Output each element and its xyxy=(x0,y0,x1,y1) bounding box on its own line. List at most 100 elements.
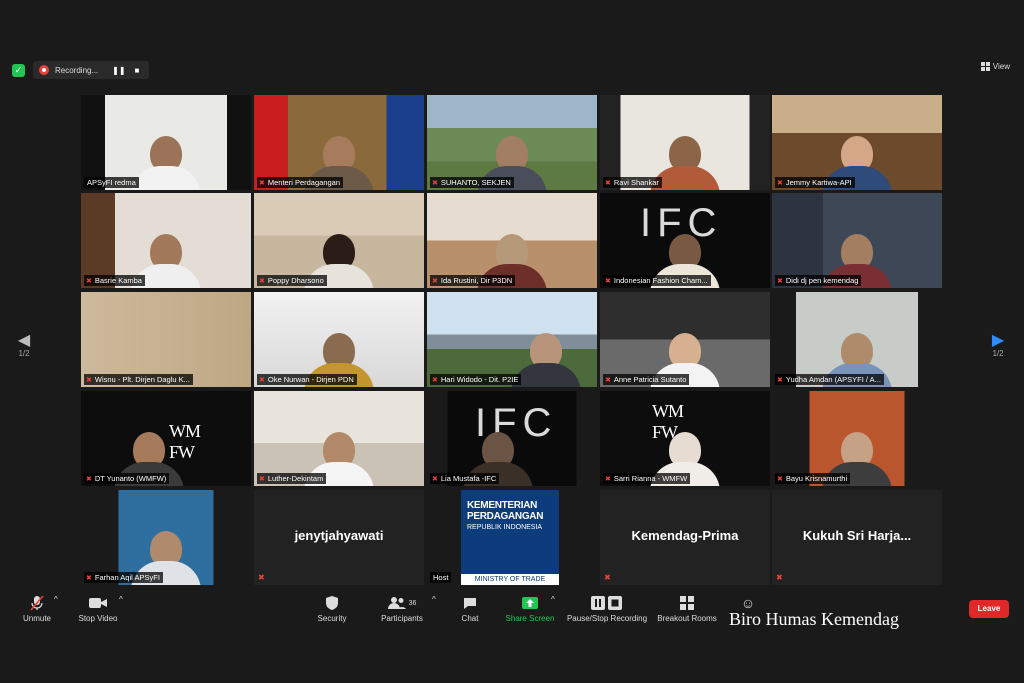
video-tile[interactable]: ✖ Bayu Krisnamurthi xyxy=(772,391,942,486)
participant-name-muted: ✖ Jemmy Kartiwa-API xyxy=(775,177,855,188)
muted-mic-icon: ✖ xyxy=(777,278,783,285)
kemendag-logo: KEMENTERIAN PERDAGANGAN REPUBLIK INDONESI… xyxy=(461,490,559,585)
video-tile[interactable]: ✖ Farhan Aqil APSyFI xyxy=(81,490,251,585)
next-page-button[interactable]: ▶ 1/2 xyxy=(990,332,1006,359)
breakout-rooms-icon xyxy=(656,595,718,611)
name-only-tile[interactable]: Kemendag-Prima ✖ xyxy=(600,490,770,585)
participant-name-muted: ✖ Wisnu - Plt. Dirjen Daglu K... xyxy=(84,374,193,385)
video-tile[interactable]: ✖ SUHANTO, SEKJEN xyxy=(427,95,597,190)
stop-video-button[interactable]: Stop Video xyxy=(74,595,122,623)
muted-mic-icon: ✖ xyxy=(259,377,265,384)
muted-mic-icon: ✖ xyxy=(776,573,783,582)
participants-label: Participants xyxy=(381,614,423,623)
participant-name-muted: ✖ DT Yunanto (WMFW) xyxy=(84,473,170,484)
page-indicator-right: 1/2 xyxy=(992,349,1004,358)
muted-mic-icon: ✖ xyxy=(259,476,265,483)
muted-mic-icon: ✖ xyxy=(86,476,92,483)
muted-mic-icon: ✖ xyxy=(432,180,438,187)
name-only-tile[interactable]: jenytjahyawati ✖ xyxy=(254,490,424,585)
video-tile[interactable]: ✖ Menteri Perdagangan xyxy=(254,95,424,190)
chat-button[interactable]: Chat xyxy=(456,595,484,623)
grid-view-icon xyxy=(980,62,990,71)
video-tile[interactable]: WM FW ✖ DT Yunanto (WMFW) xyxy=(81,391,251,486)
name-only-tile[interactable]: Kukuh Sri Harja... ✖ xyxy=(772,490,942,585)
participant-name-muted: ✖ Ida Rustini, Dir P3DN xyxy=(430,275,516,286)
participant-name-muted: ✖ Menteri Perdagangan xyxy=(257,177,344,188)
participant-name-muted: ✖ Didi dj pen kemendag xyxy=(775,275,862,286)
participant-name-muted: ✖ Anne Patricia Sutanto xyxy=(603,374,690,385)
participant-name-muted: ✖ Poppy Dharsono xyxy=(257,275,327,286)
leave-button[interactable]: Leave xyxy=(969,600,1009,618)
muted-mic-icon: ✖ xyxy=(605,476,611,483)
muted-mic-icon xyxy=(18,595,56,611)
participants-button[interactable]: 36 Participants xyxy=(376,595,428,623)
muted-mic-icon: ✖ xyxy=(259,180,265,187)
stop-recording-button[interactable]: ■ xyxy=(135,66,140,75)
video-tile[interactable]: ✖ Yudha Amdan (APSYFI / A... xyxy=(772,292,942,387)
breakout-rooms-button[interactable]: Breakout Rooms xyxy=(656,595,718,623)
view-label: View xyxy=(992,62,1010,71)
video-options-caret[interactable]: ^ xyxy=(119,595,123,604)
video-tile[interactable]: ✖ Anne Patricia Sutanto xyxy=(600,292,770,387)
video-tile[interactable]: ✖ Ida Rustini, Dir P3DN xyxy=(427,193,597,288)
participant-display-name: Kukuh Sri Harja... xyxy=(802,528,912,543)
chat-label: Chat xyxy=(461,614,479,623)
muted-mic-icon: ✖ xyxy=(605,278,611,285)
view-button[interactable]: View xyxy=(980,62,1010,71)
watermark-text: Biro Humas Kemendag xyxy=(729,609,899,629)
share-options-caret[interactable]: ^ xyxy=(551,595,555,604)
pause-stop-recording-label: Pause/Stop Recording xyxy=(566,614,648,623)
pause-recording-button[interactable]: ❚❚ xyxy=(112,66,125,75)
video-tile[interactable]: ✖ Poppy Dharsono xyxy=(254,193,424,288)
muted-mic-icon: ✖ xyxy=(86,575,92,582)
muted-mic-icon: ✖ xyxy=(605,377,611,384)
participant-display-name: Kemendag-Prima xyxy=(631,528,739,543)
participant-name-muted: ✖ Ravi Shankar xyxy=(603,177,662,188)
meeting-toolbar: Unmute ^ Stop Video ^ Security 36 Partic… xyxy=(0,590,1024,683)
shield-icon xyxy=(312,595,352,611)
participant-name-muted: ✖ Sarri Rianna - WMFW xyxy=(603,473,691,484)
muted-mic-icon: ✖ xyxy=(777,377,783,384)
muted-mic-icon: ✖ xyxy=(432,377,438,384)
video-tile[interactable]: IFC ✖ Lia Mustafa -IFC xyxy=(427,391,597,486)
page-indicator-left: 1/2 xyxy=(18,349,30,358)
muted-mic-icon: ✖ xyxy=(777,180,783,187)
video-tile[interactable]: ✖ Basrie Kamba xyxy=(81,193,251,288)
video-tile[interactable]: ✖ Wisnu - Plt. Dirjen Daglu K... xyxy=(81,292,251,387)
recording-icon xyxy=(39,65,49,75)
video-tile[interactable]: KEMENTERIAN PERDAGANGAN REPUBLIK INDONESI… xyxy=(427,490,597,585)
participant-name-muted: ✖ Basrie Kamba xyxy=(84,275,145,286)
previous-page-button[interactable]: ◀ 1/2 xyxy=(16,332,32,359)
video-tile[interactable]: ✖ Didi dj pen kemendag xyxy=(772,193,942,288)
unmute-button[interactable]: Unmute xyxy=(18,595,56,623)
participant-name-muted: ✖ Indonesian Fashion Cham... xyxy=(603,275,711,286)
video-tile[interactable]: ✖ Hari Widodo - Dit. P2IE xyxy=(427,292,597,387)
share-screen-icon xyxy=(504,595,556,611)
participants-count: 36 xyxy=(408,599,417,607)
video-tile[interactable]: WM FW ✖ Sarri Rianna - WMFW xyxy=(600,391,770,486)
participant-name-muted: ✖ Hari Widodo - Dit. P2IE xyxy=(430,374,522,385)
participants-options-caret[interactable]: ^ xyxy=(432,595,436,604)
muted-mic-icon: ✖ xyxy=(604,573,611,582)
video-tile[interactable]: APSyFI redma xyxy=(81,95,251,190)
right-arrow-icon: ▶ xyxy=(991,332,1005,349)
muted-mic-icon: ✖ xyxy=(605,180,611,187)
pause-stop-recording-button[interactable]: Pause/Stop Recording xyxy=(564,595,650,623)
participant-name-muted: ✖ Lia Mustafa -IFC xyxy=(430,473,500,484)
participant-name-muted: ✖ SUHANTO, SEKJEN xyxy=(430,177,514,188)
muted-mic-icon: ✖ xyxy=(259,278,265,285)
security-shield-icon[interactable]: ✓ xyxy=(12,64,25,77)
video-camera-icon xyxy=(74,595,122,611)
video-tile[interactable]: IFC ✖ Indonesian Fashion Cham... xyxy=(600,193,770,288)
security-button[interactable]: Security xyxy=(312,595,352,623)
video-tile[interactable]: ✖ Oke Nurwan - Dirjen PDN xyxy=(254,292,424,387)
muted-mic-icon: ✖ xyxy=(86,278,92,285)
video-tile[interactable]: ✖ Ravi Shankar xyxy=(600,95,770,190)
video-tile[interactable]: ✖ Luther-Dekintam xyxy=(254,391,424,486)
share-screen-button[interactable]: Share Screen xyxy=(504,595,556,623)
left-arrow-icon: ◀ xyxy=(17,332,31,349)
video-tile[interactable]: ✖ Jemmy Kartiwa-API xyxy=(772,95,942,190)
participant-name-muted: ✖ Bayu Krisnamurthi xyxy=(775,473,851,484)
participant-display-name: jenytjahyawati xyxy=(294,528,384,543)
audio-options-caret[interactable]: ^ xyxy=(54,595,58,604)
